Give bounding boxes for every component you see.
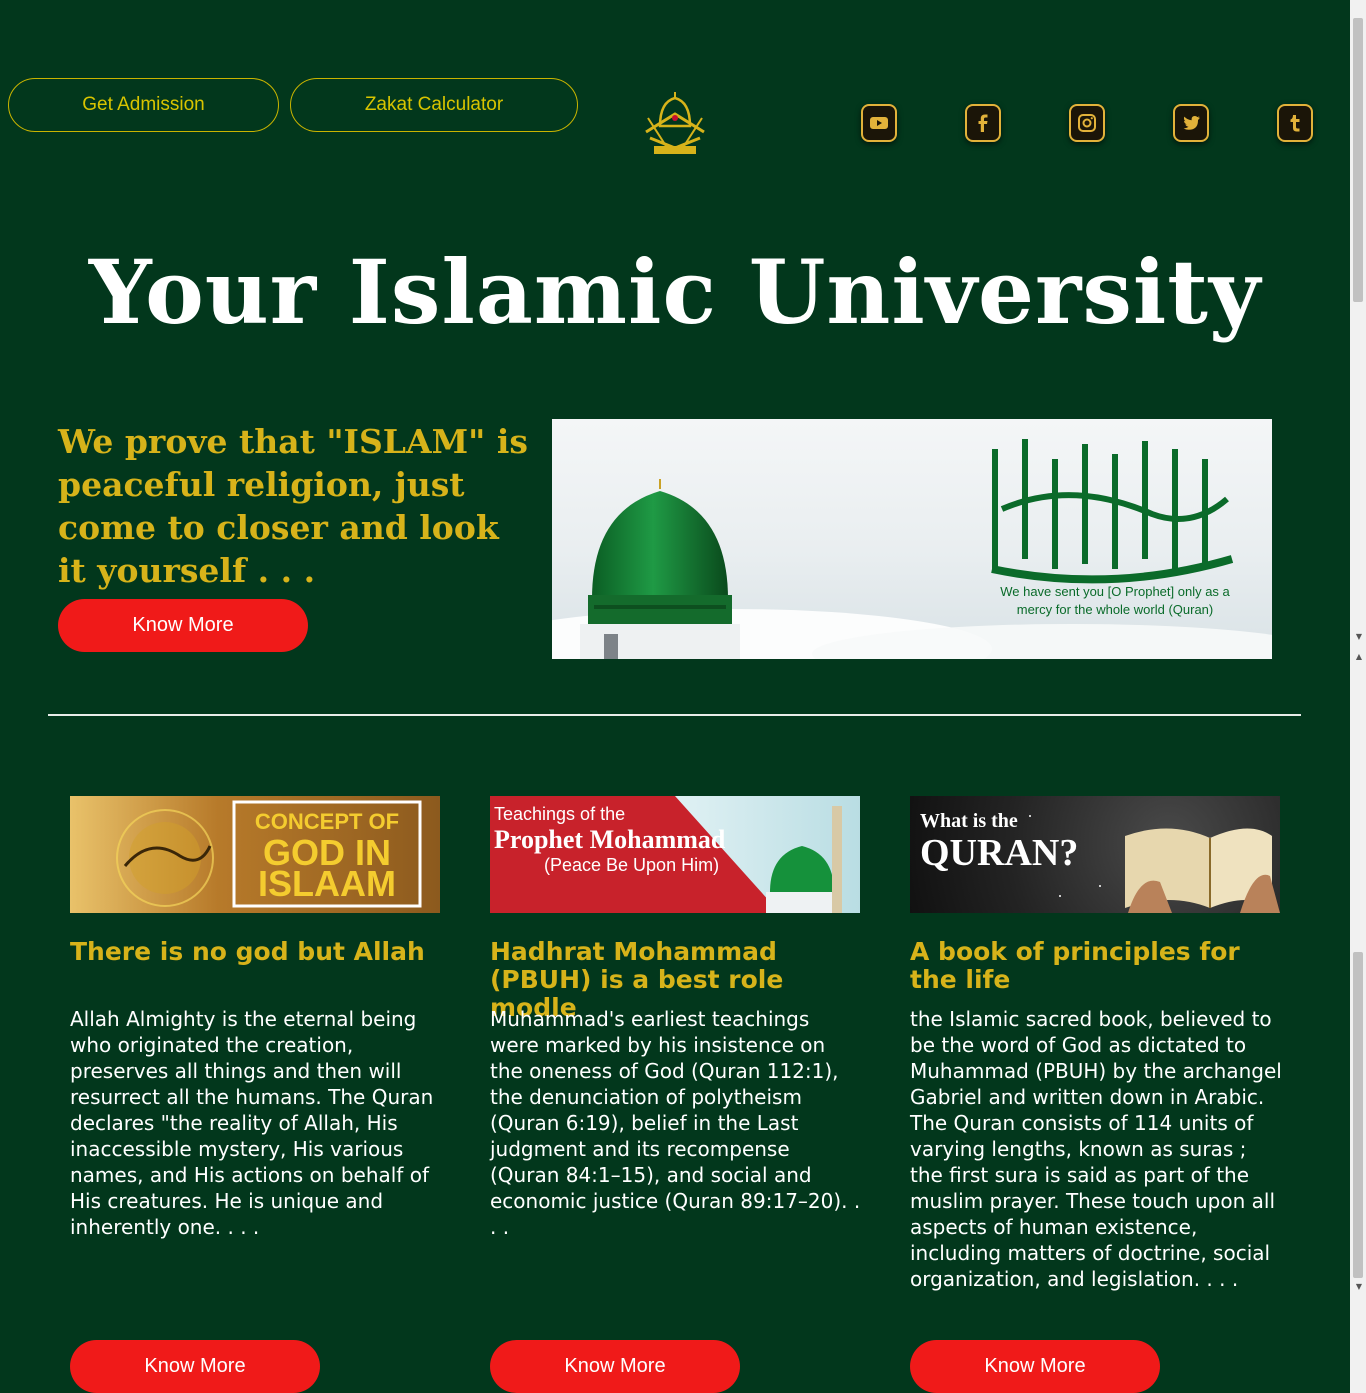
hero-tagline: We prove that "ISLAM" is peaceful religi… [58, 422, 528, 590]
get-admission-button[interactable]: Get Admission [8, 78, 279, 132]
page-title: Your Islamic University [88, 240, 1262, 344]
card-know-more-button[interactable]: Know More [910, 1340, 1160, 1393]
banner-caption: We have sent you [O Prophet] only as a m… [1000, 584, 1230, 617]
instagram-icon[interactable] [1069, 104, 1105, 142]
twitter-icon[interactable] [1173, 104, 1209, 142]
card-text-allah: Allah Almighty is the eternal being who … [70, 1007, 434, 1239]
university-logo[interactable] [640, 88, 710, 158]
section-divider [48, 714, 1301, 716]
card-text-quran: the Islamic sacred book, believed to be … [910, 1007, 1282, 1291]
card-image-text-line3: ISLAAM [258, 863, 396, 904]
tumblr-icon[interactable] [1277, 104, 1313, 142]
scrollbar-thumb[interactable] [1353, 952, 1363, 1278]
facebook-icon[interactable] [965, 104, 1001, 142]
page-scrollbar[interactable]: ▼ ▲ ▼ [1350, 0, 1366, 1393]
card-text-mohammad: Muhammad's earliest teachings were marke… [490, 1007, 861, 1239]
scroll-down-icon[interactable]: ▼ [1356, 1282, 1362, 1291]
card-know-more-button[interactable]: Know More [70, 1340, 320, 1393]
scroll-down-icon[interactable]: ▼ [1356, 632, 1362, 641]
card-title-no-god-but-allah: There is no god but Allah [70, 937, 425, 966]
card-image-text-line3: (Peace Be Upon Him) [544, 855, 720, 875]
card-know-more-button[interactable]: Know More [490, 1340, 740, 1393]
card-image-text-line1: What is the [920, 810, 1018, 832]
card-image-concept-of-god: CONCEPT OF GOD IN ISLAAM [70, 796, 440, 913]
hero-know-more-button[interactable]: Know More [58, 599, 308, 652]
scrollbar-thumb[interactable] [1353, 18, 1363, 302]
youtube-icon[interactable] [861, 104, 897, 142]
card-image-what-is-quran: What is the QURAN? [910, 796, 1280, 913]
zakat-calculator-button[interactable]: Zakat Calculator [290, 78, 578, 132]
card-image-text-line2: Prophet Mohammad [494, 825, 726, 854]
scroll-up-icon[interactable]: ▲ [1356, 652, 1362, 661]
card-image-text-line2: QURAN? [920, 832, 1079, 874]
card-image-text-line1: Teachings of the [494, 804, 626, 824]
hero-banner-image [552, 419, 1272, 659]
card-title-book-of-principles: A book of principles for the life [910, 937, 1240, 994]
card-image-teachings-prophet: Teachings of the Prophet Mohammad (Peace… [490, 796, 860, 913]
